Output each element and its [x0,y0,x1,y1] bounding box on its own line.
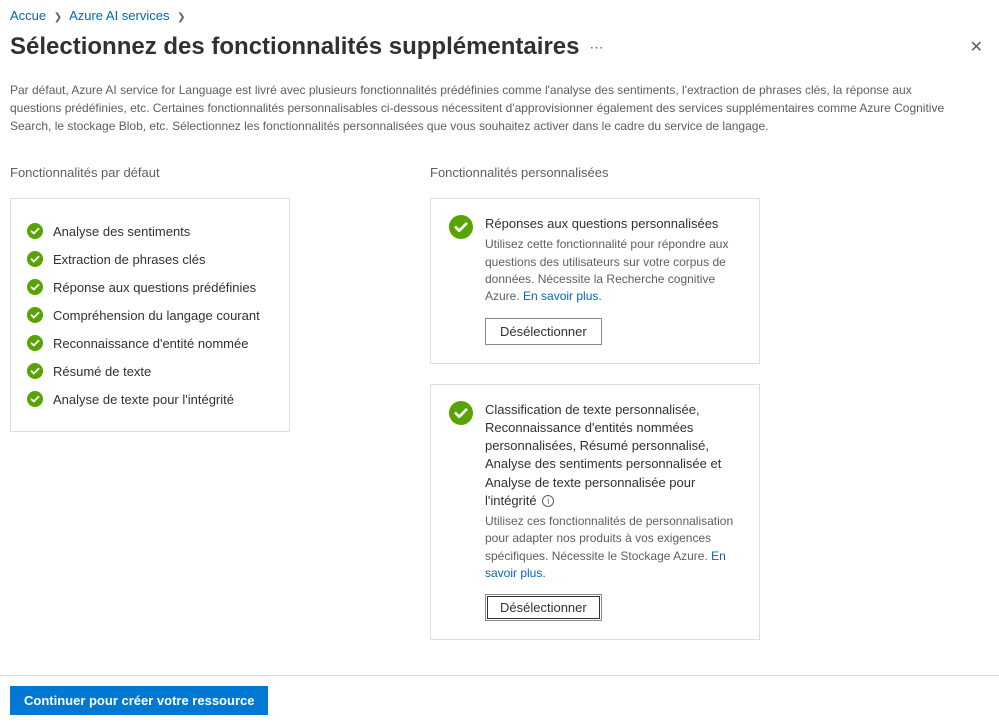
feature-label: Résumé de texte [53,364,151,379]
breadcrumb-home[interactable]: Accue [10,8,46,23]
list-item: Compréhension du langage courant [27,301,273,329]
feature-label: Compréhension du langage courant [53,308,260,323]
info-icon[interactable]: i [542,495,554,507]
custom-feature-description: Utilisez ces fonctionnalités de personna… [485,513,741,583]
default-features-heading: Fonctionnalités par défaut [10,165,290,180]
feature-label: Réponse aux questions prédéfinies [53,280,256,295]
default-features-card: Analyse des sentiments Extraction de phr… [10,198,290,432]
check-circle-icon [27,307,43,323]
check-circle-icon [27,335,43,351]
custom-feature-card-qa: Réponses aux questions personnalisées Ut… [430,198,760,364]
check-circle-icon [27,391,43,407]
check-circle-icon [27,251,43,267]
footer-bar: Continuer pour créer votre ressource [0,675,999,725]
check-circle-icon [27,363,43,379]
list-item: Résumé de texte [27,357,273,385]
more-actions-icon[interactable]: ⋯ [589,39,604,56]
title-text: Classification de texte personnalisée, R… [485,402,721,508]
list-item: Reconnaissance d'entité nommée [27,329,273,357]
check-circle-icon [27,223,43,239]
custom-feature-card-classification: Classification de texte personnalisée, R… [430,384,760,641]
check-circle-icon [27,279,43,295]
check-circle-icon [449,401,473,425]
feature-label: Reconnaissance d'entité nommée [53,336,248,351]
desc-text: Utilisez ces fonctionnalités de personna… [485,514,733,563]
list-item: Extraction de phrases clés [27,245,273,273]
list-item: Analyse des sentiments [27,217,273,245]
custom-features-heading: Fonctionnalités personnalisées [430,165,760,180]
breadcrumb-azure-ai[interactable]: Azure AI services [69,8,169,23]
close-icon[interactable]: ✕ [964,31,989,63]
feature-label: Analyse des sentiments [53,224,190,239]
list-item: Réponse aux questions prédéfinies [27,273,273,301]
custom-feature-title: Réponses aux questions personnalisées [485,215,741,233]
page-description: Par défaut, Azure AI service for Languag… [0,63,975,135]
breadcrumb: Accue ❯ Azure AI services ❯ [0,0,999,27]
deselect-button[interactable]: Désélectionner [485,594,602,621]
chevron-right-icon: ❯ [54,12,62,23]
continue-button[interactable]: Continuer pour créer votre ressource [10,686,268,715]
page-title: Sélectionnez des fonctionnalités supplém… [10,33,579,61]
desc-text: Utilisez cette fonctionnalité pour répon… [485,237,728,303]
custom-feature-description: Utilisez cette fonctionnalité pour répon… [485,236,741,306]
learn-more-link[interactable]: En savoir plus. [523,289,602,303]
check-circle-icon [449,215,473,239]
custom-feature-title: Classification de texte personnalisée, R… [485,401,741,510]
feature-label: Extraction de phrases clés [53,252,205,267]
chevron-right-icon: ❯ [177,12,185,23]
feature-label: Analyse de texte pour l'intégrité [53,392,234,407]
list-item: Analyse de texte pour l'intégrité [27,385,273,413]
deselect-button[interactable]: Désélectionner [485,318,602,345]
